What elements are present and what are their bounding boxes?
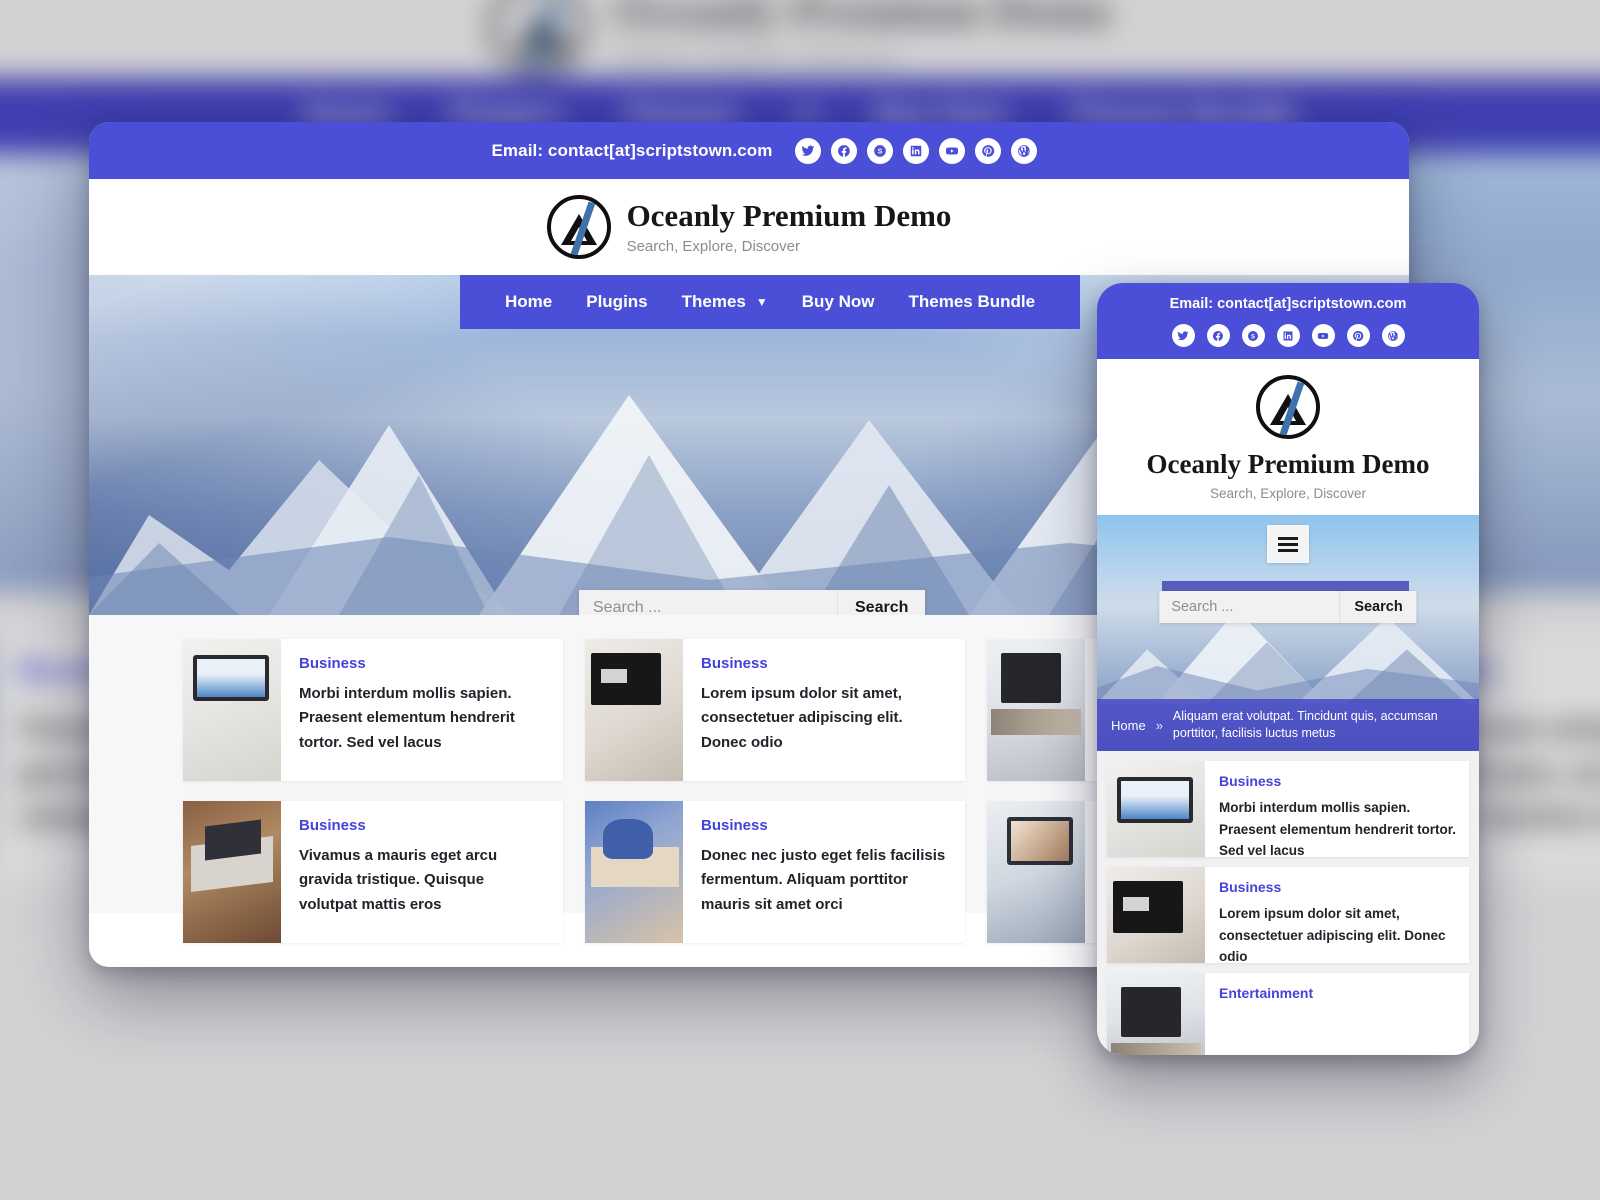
search-button[interactable]: Search: [837, 590, 926, 615]
imac-desk-chart-thumb: [1107, 761, 1205, 857]
nav-label: Home: [505, 292, 553, 311]
desktop-brand-row: Oceanly Premium Demo Search, Explore, Di…: [89, 179, 1409, 275]
youtube-icon[interactable]: [1311, 324, 1335, 347]
twitter-icon[interactable]: [1171, 324, 1195, 347]
imac-do-more-thumb: [585, 639, 683, 781]
monitor-window-desk-thumb: [987, 639, 1085, 781]
laptop-brick-wall-thumb: [183, 801, 281, 943]
post-category[interactable]: Business: [701, 817, 947, 834]
breadcrumb-current: Aliquam erat volutpat. Tincidunt quis, a…: [1172, 709, 1438, 741]
mobile-post-card[interactable]: Business Lorem ipsum dolor sit amet, con…: [1107, 867, 1469, 963]
twitter-icon[interactable]: [794, 137, 821, 164]
mobile-mockup: Email: contact[at]scriptstown.com S Ocea…: [1097, 283, 1479, 1055]
main-navigation: Home Plugins Themes ▼ Buy Now Themes Bun…: [460, 275, 1081, 329]
social-links: S: [794, 137, 1037, 164]
mobile-page-title: Oceanly Premium Demo: [1146, 449, 1430, 479]
bg-site-title: Oceanly Premium Demo: [613, 0, 1112, 36]
post-category[interactable]: Entertainment: [1219, 985, 1313, 1001]
hamburger-menu-icon[interactable]: [1267, 525, 1309, 563]
screenshot-stage: Oceanly Premium Demo Search, Explore, Di…: [0, 0, 1600, 1200]
mobile-top-bar: Email: contact[at]scriptstown.com S: [1097, 283, 1479, 359]
mobile-post-card[interactable]: Business Morbi interdum mollis sapien. P…: [1107, 761, 1469, 857]
mobile-search-bar: Search: [1159, 591, 1417, 623]
nav-label: Buy Now: [801, 292, 875, 311]
mobile-post-card[interactable]: Entertainment: [1107, 973, 1469, 1055]
imac-lamp-desk-thumb: [987, 801, 1085, 943]
post-card[interactable]: Business Donec nec justo eget felis faci…: [585, 801, 965, 943]
nav-item-plugins[interactable]: Plugins: [569, 292, 664, 312]
mobile-search-input[interactable]: [1159, 591, 1340, 623]
nav-item-themes-bundle[interactable]: Themes Bundle: [892, 292, 1053, 312]
post-card[interactable]: Business Lorem ipsum dolor sit amet, con…: [585, 639, 965, 781]
hamburger-bars: [1278, 534, 1298, 555]
bg-brand-row: Oceanly Premium Demo Search, Explore, Di…: [0, 0, 1600, 79]
wordpress-icon[interactable]: [1381, 324, 1405, 347]
linkedin-icon[interactable]: [902, 137, 929, 164]
bg-brand-text: Oceanly Premium Demo Search, Explore, Di…: [613, 0, 1111, 71]
oceanly-logo-icon: [546, 195, 611, 259]
post-card[interactable]: Business Vivamus a mauris eget arcu grav…: [183, 801, 563, 943]
mobile-content-area: Business Morbi interdum mollis sapien. P…: [1097, 751, 1479, 1055]
post-category[interactable]: Business: [1219, 879, 1457, 895]
mobile-hero-banner: Search Home » Aliquam erat volutpat. Tin…: [1097, 515, 1479, 751]
mobile-social-links: S: [1097, 324, 1479, 347]
nav-label: Plugins: [586, 292, 648, 311]
mobile-search-button[interactable]: Search: [1339, 591, 1417, 623]
post-excerpt: Lorem ipsum dolor sit amet, consectetuer…: [1219, 906, 1446, 963]
site-tagline: Search, Explore, Discover: [626, 237, 800, 255]
desktop-top-bar: Email: contact[at]scriptstown.com S: [89, 122, 1409, 179]
nav-item-home[interactable]: Home: [488, 292, 569, 312]
linkedin-icon[interactable]: [1276, 324, 1300, 347]
hero-search-bar: Search: [579, 590, 926, 615]
page-title: Oceanly Premium Demo: [626, 198, 952, 234]
svg-text:S: S: [1251, 334, 1255, 340]
search-input[interactable]: [579, 590, 837, 615]
chevron-down-icon: ▼: [755, 295, 768, 309]
wordpress-icon[interactable]: [1010, 137, 1037, 164]
post-category[interactable]: Business: [1219, 773, 1457, 789]
imac-do-more-thumb: [1107, 867, 1205, 963]
skype-icon[interactable]: S: [1241, 324, 1265, 347]
oceanly-logo-icon: [488, 0, 587, 76]
youtube-icon[interactable]: [938, 137, 965, 164]
post-category[interactable]: Business: [701, 655, 947, 672]
nav-label: Themes: [681, 292, 746, 311]
monitor-window-desk-thumb: [1107, 973, 1205, 1055]
post-excerpt: Lorem ipsum dolor sit amet, consectetuer…: [701, 685, 903, 751]
hands-typing-tablet-thumb: [585, 801, 683, 943]
brand-text: Oceanly Premium Demo Search, Explore, Di…: [626, 198, 952, 255]
post-excerpt: Vivamus a mauris eget arcu gravida trist…: [299, 847, 498, 913]
breadcrumb-separator-icon: »: [1155, 717, 1163, 733]
post-excerpt: Morbi interdum mollis sapien. Praesent e…: [1219, 800, 1457, 857]
mobile-site-tagline: Search, Explore, Discover: [1209, 486, 1367, 501]
facebook-icon[interactable]: [1206, 324, 1230, 347]
pinterest-icon[interactable]: [974, 137, 1001, 164]
pinterest-icon[interactable]: [1346, 324, 1370, 347]
imac-desk-chart-thumb: [183, 639, 281, 781]
bg-site-tagline: Search, Explore, Discover: [613, 42, 897, 71]
post-card[interactable]: Business Morbi interdum mollis sapien. P…: [183, 639, 563, 781]
contact-email: Email: contact[at]scriptstown.com: [491, 140, 773, 160]
nav-label: Themes Bundle: [908, 292, 1036, 311]
post-category[interactable]: Business: [299, 817, 545, 834]
mobile-breadcrumb: Home » Aliquam erat volutpat. Tincidunt …: [1097, 699, 1479, 751]
oceanly-logo-icon: [1256, 375, 1320, 439]
svg-text:S: S: [877, 148, 882, 155]
nav-item-themes[interactable]: Themes ▼: [665, 292, 785, 312]
post-category[interactable]: Business: [299, 655, 545, 672]
skype-icon[interactable]: S: [866, 137, 893, 164]
facebook-icon[interactable]: [830, 137, 857, 164]
breadcrumb-home-link[interactable]: Home: [1111, 718, 1146, 733]
nav-item-buy-now[interactable]: Buy Now: [785, 292, 892, 312]
mobile-contact-email: Email: contact[at]scriptstown.com: [1169, 296, 1407, 312]
post-excerpt: Morbi interdum mollis sapien. Praesent e…: [299, 685, 515, 751]
post-excerpt: Donec nec justo eget felis facilisis fer…: [701, 847, 946, 913]
mobile-brand-row: Oceanly Premium Demo Search, Explore, Di…: [1097, 359, 1479, 515]
